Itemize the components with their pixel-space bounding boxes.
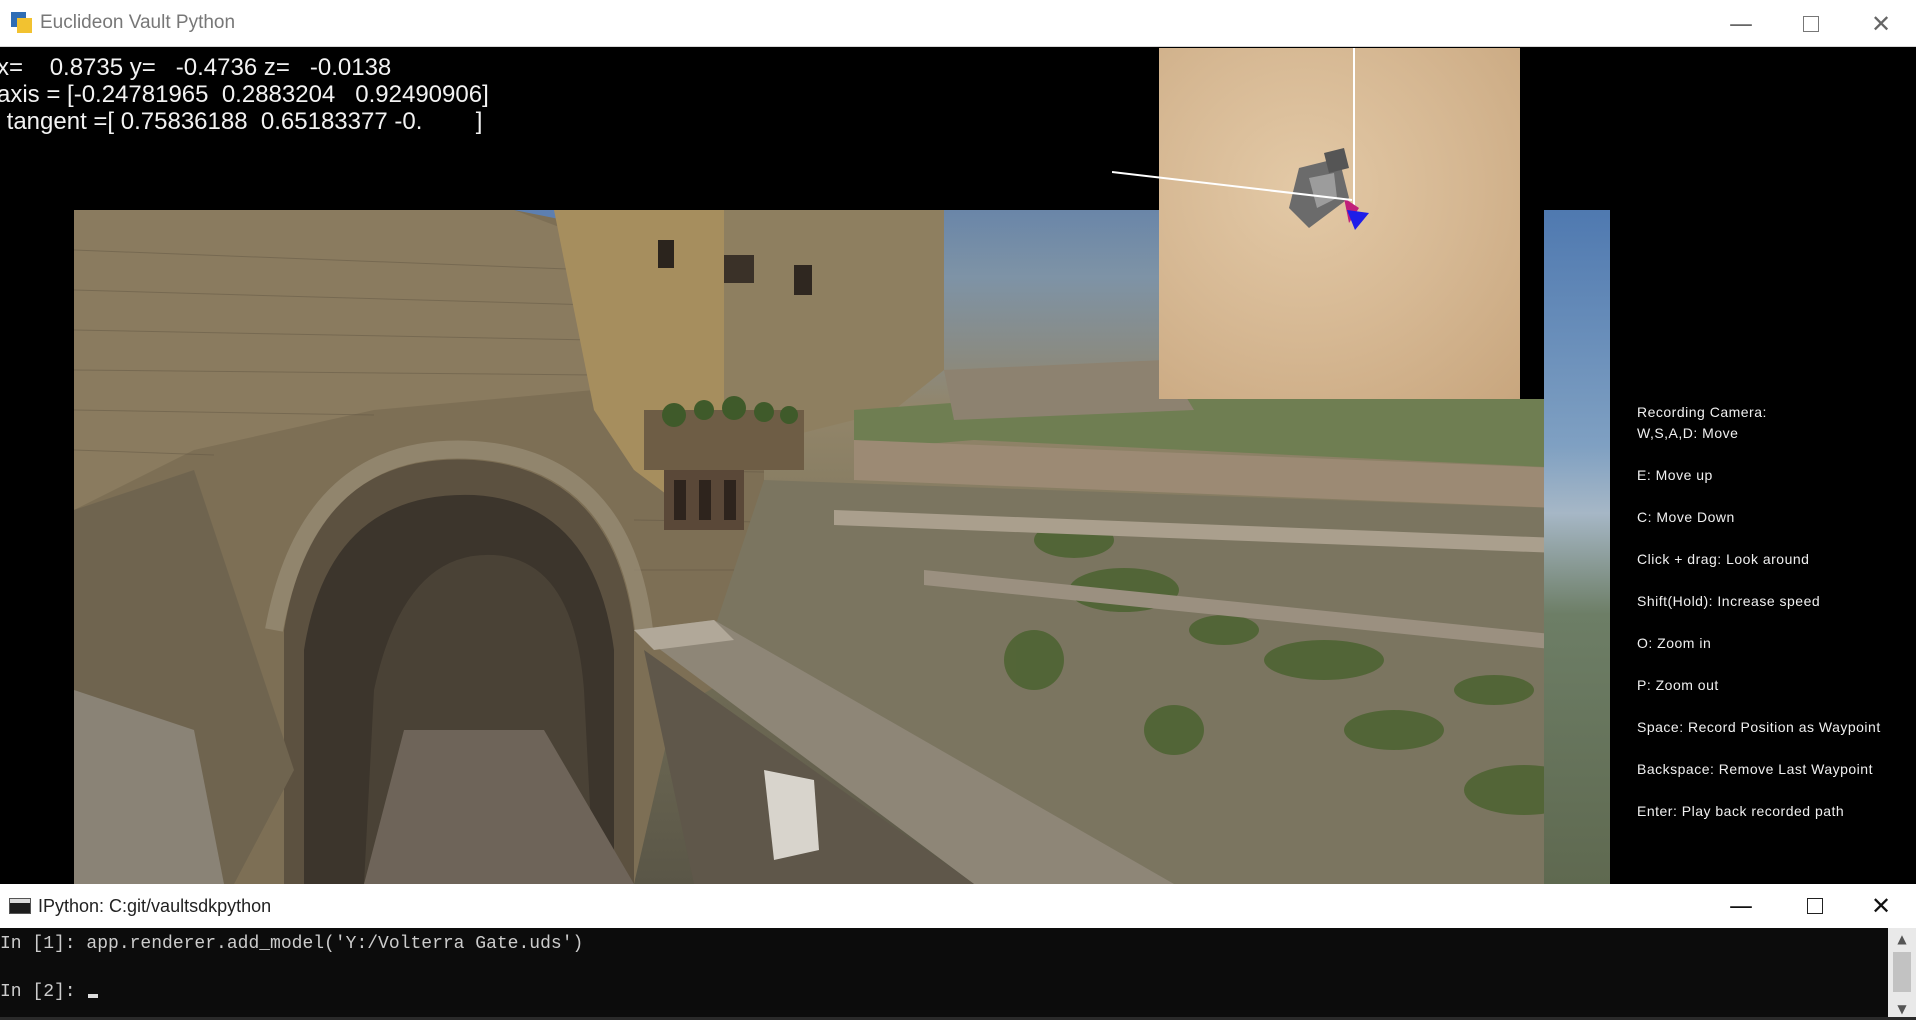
console-minimize-button[interactable]: — (1706, 884, 1776, 928)
console-titlebar[interactable]: IPython: C:git/vaultsdkpython — ✕ (0, 884, 1916, 928)
help-line-down: C: Move Down (1637, 509, 1735, 525)
maximize-icon (1803, 15, 1819, 32)
console-window: IPython: C:git/vaultsdkpython — ✕ In [1]… (0, 884, 1916, 1020)
help-line-move: W,S,A,D: Move (1637, 425, 1739, 441)
help-line-up: E: Move up (1637, 467, 1713, 483)
scroll-thumb[interactable] (1893, 952, 1911, 992)
help-line-zoom-out: P: Zoom out (1637, 677, 1719, 693)
help-line-playback: Enter: Play back recorded path (1637, 803, 1845, 819)
close-icon: ✕ (1870, 9, 1892, 38)
console-title: IPython: C:git/vaultsdkpython (38, 895, 272, 916)
console-close-button[interactable]: ✕ (1846, 884, 1916, 928)
sky-backdrop (1544, 210, 1610, 884)
render-viewport[interactable]: x= 0.8735 y= -0.4736 z= -0.0138 axis = [… (0, 48, 1916, 884)
maximize-button[interactable] (1776, 0, 1846, 47)
camera-direction-line (1112, 171, 1353, 201)
viewer-window: Euclideon Vault Python — ✕ x= 0.8735 y= … (0, 0, 1916, 884)
minimize-icon: — (1729, 892, 1753, 920)
viewer-title: Euclideon Vault Python (40, 12, 236, 33)
camera-axis-readout: axis = [-0.24781965 0.2883204 0.92490906… (0, 81, 489, 108)
help-heading: Recording Camera: (1637, 404, 1767, 420)
close-icon: ✕ (1870, 892, 1892, 920)
console-output[interactable]: In [1]: app.renderer.add_model('Y:/Volte… (0, 928, 1888, 1020)
minimize-button[interactable]: — (1706, 0, 1776, 47)
minimap[interactable] (1159, 48, 1520, 399)
help-line-speed: Shift(Hold): Increase speed (1637, 593, 1821, 609)
maximize-icon (1807, 898, 1823, 914)
scroll-up-icon[interactable]: ▲ (1888, 928, 1916, 950)
console-scrollbar[interactable]: ▲ ▼ (1888, 928, 1916, 1020)
help-line-record: Space: Record Position as Waypoint (1637, 719, 1881, 735)
camera-tangent-readout: tangent =[ 0.75836188 0.65183377 -0. ] (0, 108, 483, 135)
console-prompt: In [2]: (0, 982, 87, 1002)
camera-position-readout: x= 0.8735 y= -0.4736 z= -0.0138 (0, 54, 392, 81)
text-cursor (88, 994, 99, 998)
help-line-look: Click + drag: Look around (1637, 551, 1810, 567)
close-button[interactable]: ✕ (1846, 0, 1916, 47)
python-app-icon (11, 12, 33, 34)
console-prompt-line[interactable]: In [2]: (0, 982, 99, 1002)
console-app-icon (9, 898, 31, 914)
help-line-zoom-in: O: Zoom in (1637, 635, 1712, 651)
viewer-titlebar[interactable]: Euclideon Vault Python — ✕ (0, 0, 1916, 47)
minimap-border (1520, 48, 1544, 399)
minimize-icon: — (1729, 9, 1753, 38)
console-input-line-1: In [1]: app.renderer.add_model('Y:/Volte… (0, 934, 584, 954)
console-maximize-button[interactable] (1780, 884, 1850, 928)
help-line-remove: Backspace: Remove Last Waypoint (1637, 761, 1873, 777)
